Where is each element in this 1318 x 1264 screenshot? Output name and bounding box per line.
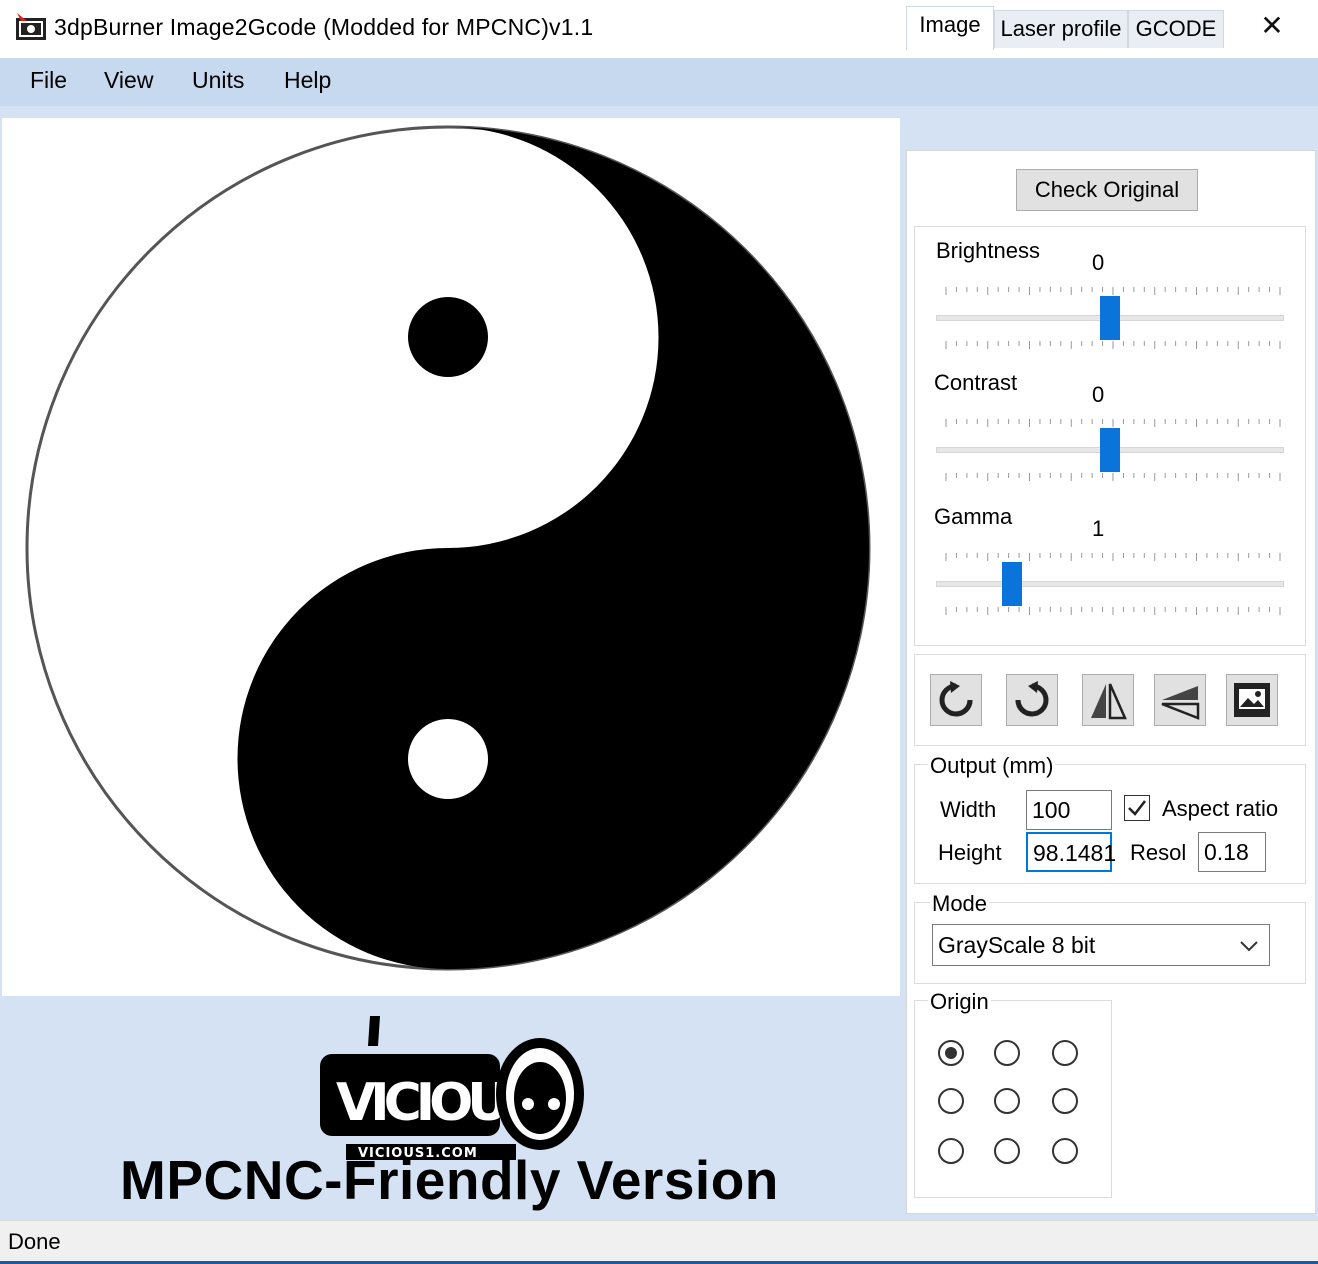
status-text: Done xyxy=(8,1229,61,1254)
resol-label: Resol xyxy=(1130,840,1187,865)
close-button[interactable]: ✕ xyxy=(1228,4,1316,50)
brand-text: MPCNC-Friendly Version xyxy=(120,1149,779,1211)
origin-radio-8[interactable] xyxy=(1052,1138,1078,1164)
origin-radio-7[interactable] xyxy=(994,1138,1020,1164)
slider-ticks xyxy=(945,553,1281,561)
invert-image-button[interactable] xyxy=(1226,674,1278,726)
origin-radio-0[interactable] xyxy=(938,1040,964,1066)
gamma-slider[interactable] xyxy=(936,552,1284,616)
slider-ticks xyxy=(945,341,1281,349)
flip-horizontal-button[interactable] xyxy=(1082,674,1134,726)
rotate-left-icon xyxy=(939,681,973,717)
resol-input[interactable]: 0.18 xyxy=(1198,832,1266,872)
rotate-right-button[interactable] xyxy=(1006,674,1058,726)
flip-horizontal-icon xyxy=(1091,683,1127,720)
brightness-value: 0 xyxy=(1092,250,1105,275)
contrast-slider[interactable] xyxy=(936,418,1284,482)
contrast-label: Contrast xyxy=(934,370,1018,395)
checkmark-icon xyxy=(1128,800,1146,816)
menu-bar: File View Units Help xyxy=(0,58,1318,106)
aspect-ratio-checkbox[interactable] xyxy=(1124,795,1150,821)
width-input[interactable]: 100 xyxy=(1026,790,1112,830)
origin-radio-5[interactable] xyxy=(1052,1088,1078,1114)
output-group-label: Output (mm) xyxy=(928,753,1056,779)
brand-area: VICIOUS VICIOUS1.COM MPCNC-Friendly Vers… xyxy=(0,996,904,1220)
slider-track xyxy=(936,581,1284,587)
menu-view[interactable]: View xyxy=(104,67,153,94)
rotate-left-button[interactable] xyxy=(930,674,982,726)
image-preview[interactable] xyxy=(2,118,900,996)
window-title: 3dpBurner Image2Gcode (Modded for MPCNC)… xyxy=(54,14,594,40)
brightness-label: Brightness xyxy=(936,238,1040,263)
height-label: Height xyxy=(938,840,1002,865)
origin-group-label: Origin xyxy=(928,989,991,1015)
slider-thumb[interactable] xyxy=(1001,562,1022,606)
slider-ticks xyxy=(945,607,1281,615)
yin-yang-icon xyxy=(25,125,871,971)
slider-ticks xyxy=(945,473,1281,481)
origin-radio-3[interactable] xyxy=(938,1088,964,1114)
origin-radio-6[interactable] xyxy=(938,1138,964,1164)
check-original-button[interactable]: Check Original xyxy=(1016,169,1198,211)
mode-select[interactable]: GrayScale 8 bit xyxy=(932,924,1270,966)
origin-radio-2[interactable] xyxy=(1052,1040,1078,1066)
origin-radio-4[interactable] xyxy=(994,1088,1020,1114)
origin-radio-1[interactable] xyxy=(994,1040,1020,1066)
menu-help[interactable]: Help xyxy=(284,67,331,94)
menu-units[interactable]: Units xyxy=(192,67,244,94)
aspect-ratio-label[interactable]: Aspect ratio xyxy=(1162,796,1278,822)
slider-thumb[interactable] xyxy=(1100,296,1120,340)
brightness-slider[interactable] xyxy=(936,286,1284,350)
slider-ticks xyxy=(945,287,1281,295)
slider-thumb[interactable] xyxy=(1100,428,1120,472)
rotate-right-icon xyxy=(1015,681,1049,717)
gamma-value: 1 xyxy=(1092,516,1105,541)
tab-laser-profile[interactable]: Laser profile xyxy=(994,10,1128,48)
app-icon[interactable] xyxy=(15,13,47,41)
mode-select-value: GrayScale 8 bit xyxy=(938,932,1096,958)
status-bar: Done xyxy=(0,1220,1318,1264)
tab-image[interactable]: Image xyxy=(906,6,994,50)
tab-gcode[interactable]: GCODE xyxy=(1128,10,1224,48)
invert-image-icon xyxy=(1234,683,1270,717)
mode-group-label: Mode xyxy=(930,891,990,917)
width-label: Width xyxy=(940,797,997,822)
chevron-down-icon xyxy=(1240,941,1258,952)
height-input[interactable]: 98.1481 xyxy=(1026,832,1116,872)
flip-vertical-icon xyxy=(1161,686,1200,720)
gamma-label: Gamma xyxy=(934,504,1013,529)
slider-ticks xyxy=(945,419,1281,427)
flip-vertical-button[interactable] xyxy=(1154,674,1206,726)
contrast-value: 0 xyxy=(1092,382,1105,407)
vicious1-logo: VICIOUS VICIOUS1.COM xyxy=(320,1016,584,1161)
menu-file[interactable]: File xyxy=(30,67,67,94)
